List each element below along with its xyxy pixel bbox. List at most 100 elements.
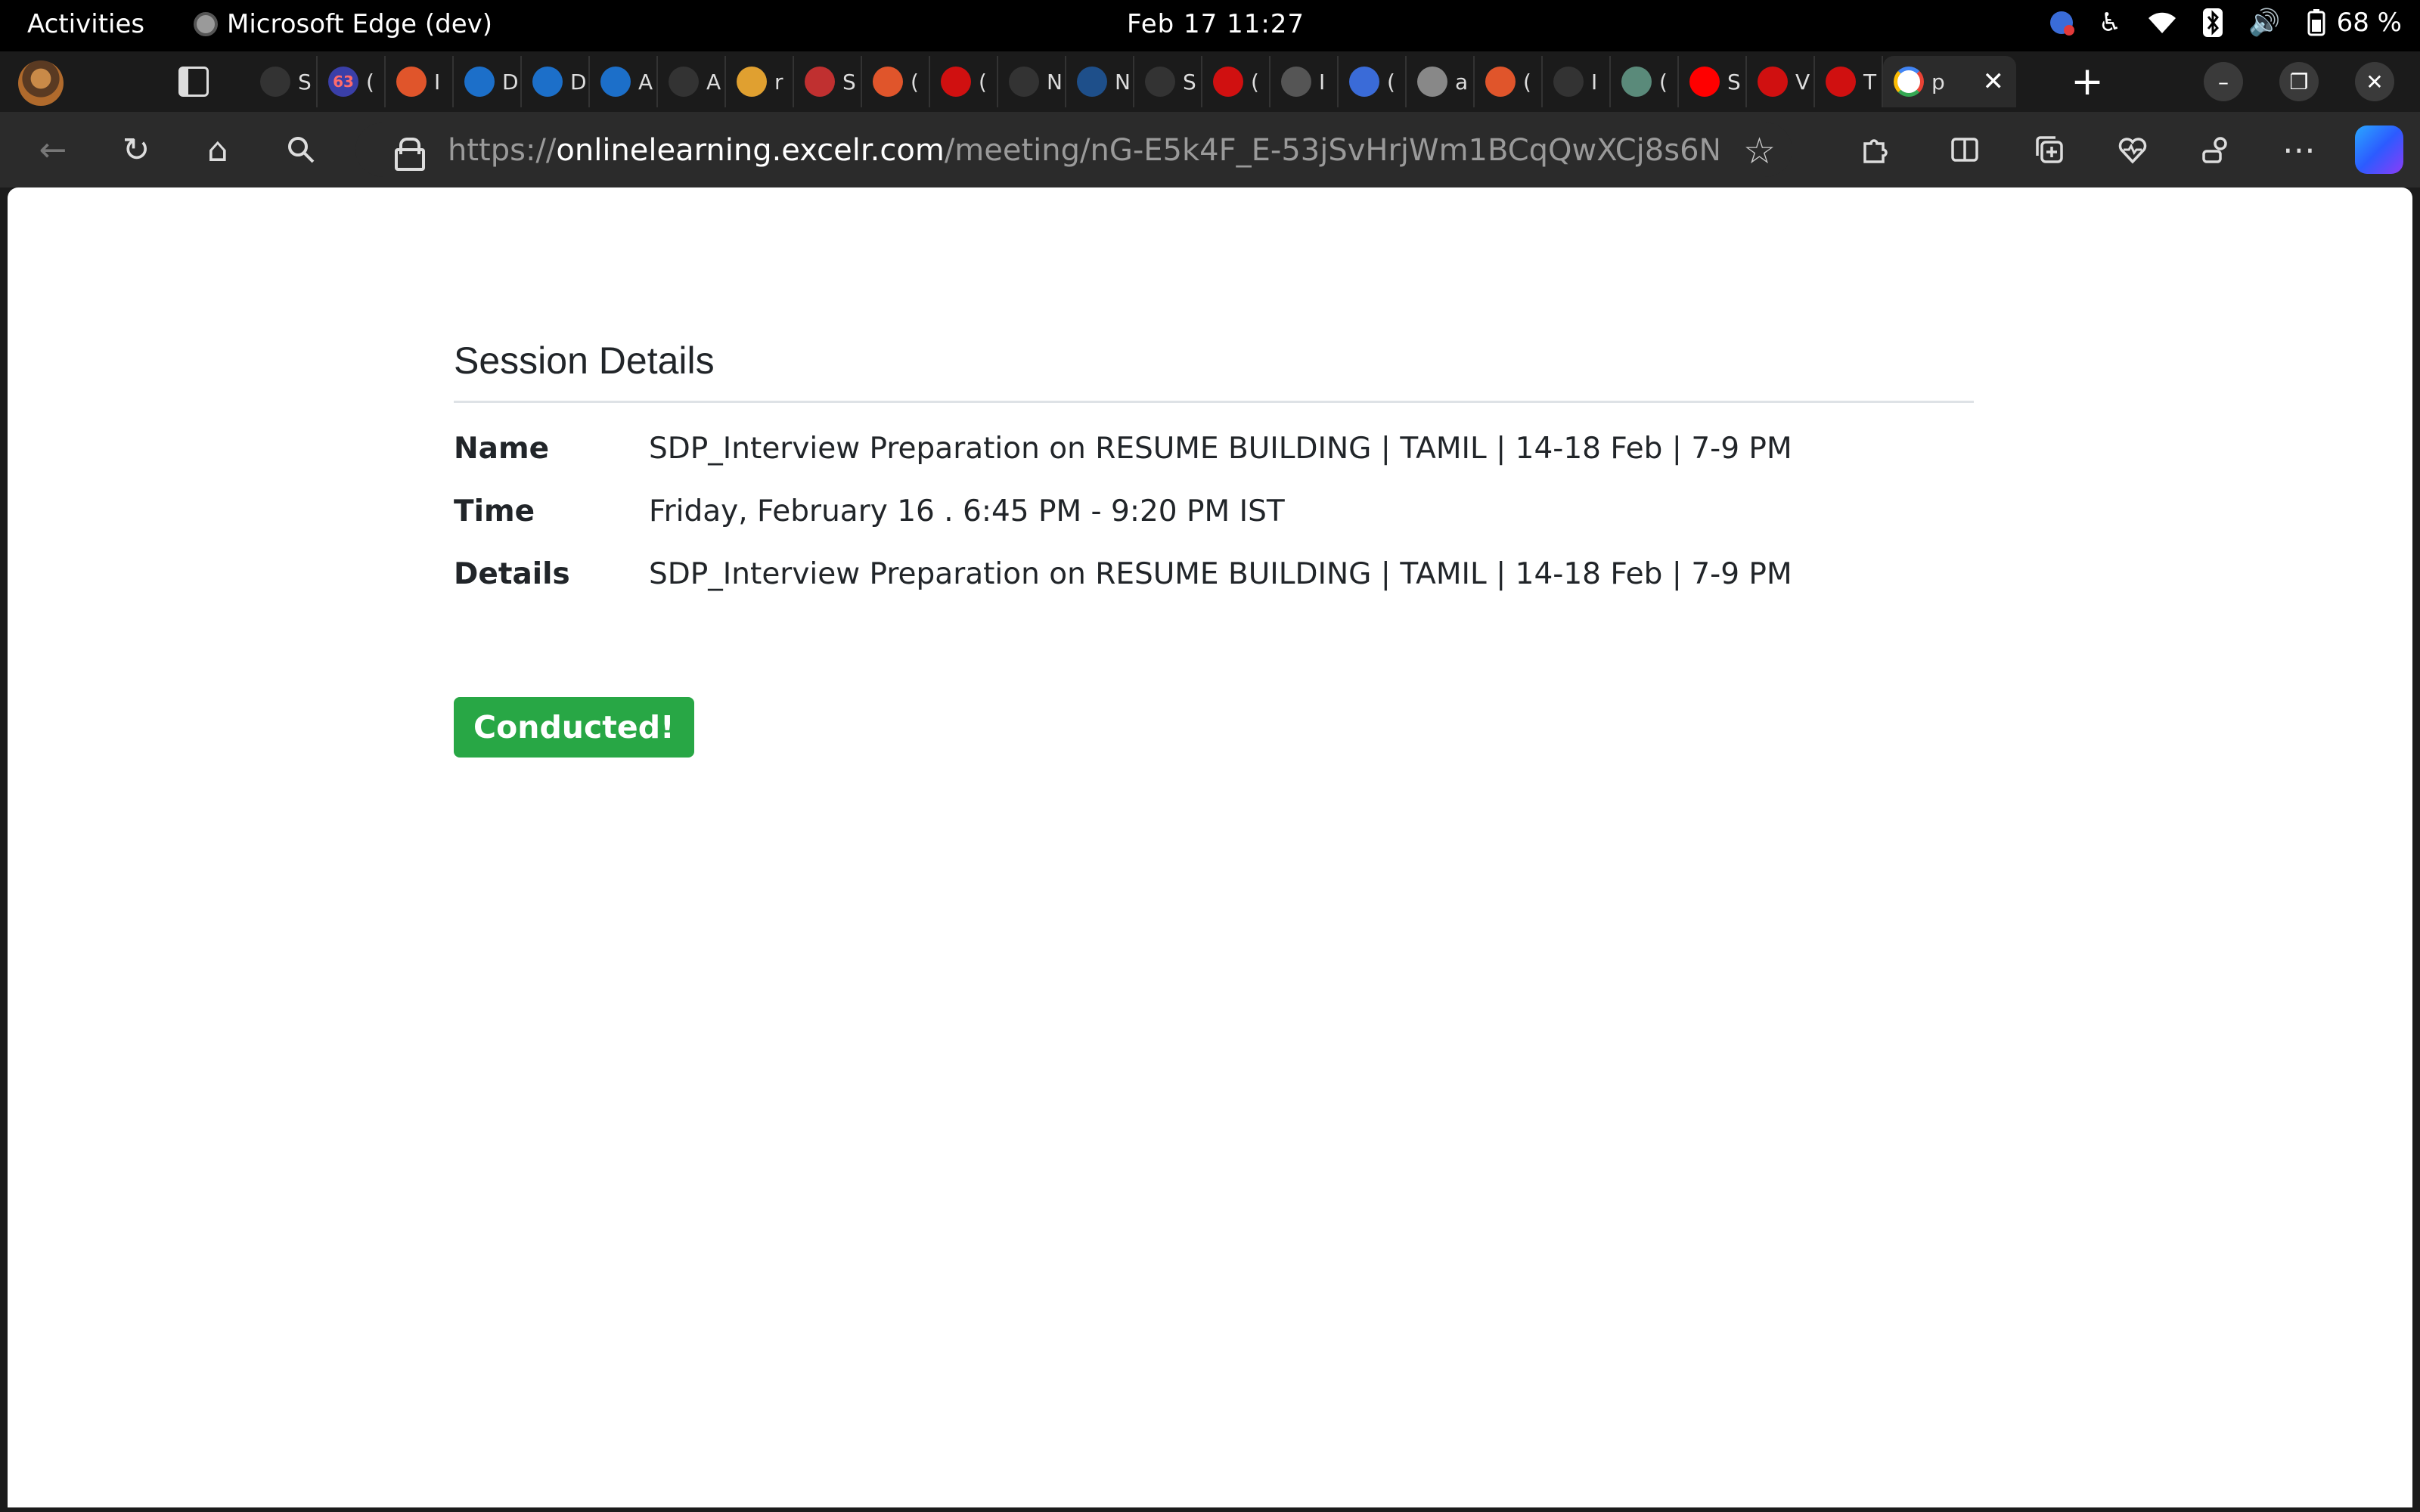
extensions-icon[interactable] [1854,130,1894,169]
tab-favicon-icon [600,67,631,97]
copilot-icon[interactable] [2355,125,2403,174]
tab-title: N [1047,69,1063,94]
tab-title: S [1727,69,1741,94]
collections-icon[interactable] [2030,130,2069,169]
tab-title: ( [979,69,987,94]
refresh-icon[interactable]: ↻ [116,130,156,169]
home-icon[interactable]: ⌂ [198,130,237,169]
browser-tab[interactable]: ( [1611,56,1679,107]
browser-tab[interactable]: a [1407,56,1475,107]
browser-tab[interactable]: N [1066,56,1134,107]
web-page: Session Details Name SDP_Interview Prepa… [8,187,2412,1507]
restore-button[interactable]: ❐ [2279,62,2319,101]
tab-favicon-icon [737,67,767,97]
tab-title: r [774,69,783,94]
bluetooth-icon[interactable] [2203,8,2223,37]
address-bar[interactable]: https://onlinelearning.excelr.com/meetin… [355,122,1792,177]
more-menu-icon[interactable]: ⋯ [2279,130,2319,169]
tab-favicon-icon [1894,67,1924,97]
tab-active[interactable]: p ✕ [1883,56,2016,107]
profile-avatar[interactable] [18,60,64,106]
lock-icon[interactable] [395,138,425,171]
tab-title: ( [911,69,919,94]
tab-favicon-icon [396,67,427,97]
browser-tab[interactable]: A [590,56,658,107]
notification-app-icon[interactable] [2049,11,2074,36]
close-tab-icon[interactable]: ✕ [1983,67,2005,97]
tab-favicon-icon [941,67,971,97]
tab-favicon-icon [1145,67,1175,97]
browser-tab[interactable]: S [794,56,862,107]
battery-indicator[interactable]: 68 % [2307,8,2402,38]
browser-tab[interactable]: V [1747,56,1815,107]
new-tab-button[interactable]: + [2065,59,2110,104]
activities-button[interactable]: Activities [27,9,144,39]
clock[interactable]: Feb 17 11:27 [1127,9,1305,39]
browser-tab[interactable]: ( [1339,56,1407,107]
back-icon[interactable]: ← [33,130,73,169]
url-text[interactable]: https://onlinelearning.excelr.com/meetin… [448,133,1718,168]
tab-title: S [298,69,312,94]
volume-icon[interactable]: 🔊 [2248,8,2280,38]
tab-favicon-icon [464,67,495,97]
system-tray[interactable]: ♿ 🔊 68 % [2049,8,2402,38]
close-window-button[interactable]: ✕ [2355,62,2394,101]
tab-list: S 63(I D D A Ar S((N N S(I(a(I(S V Tp ✕ [250,56,2016,107]
detail-row-name: Name SDP_Interview Preparation on RESUME… [454,432,1974,466]
tab-title: ( [1523,69,1531,94]
browser-tab[interactable]: S [1134,56,1202,107]
session-details-card: Session Details Name SDP_Interview Prepa… [454,339,1974,758]
status-badge: Conducted! [454,697,694,758]
split-screen-icon[interactable] [1945,130,1984,169]
tab-favicon-icon [1826,67,1856,97]
browser-tab[interactable]: 63 ( [318,56,386,107]
tab-title: D [570,69,587,94]
tab-title: I [1319,69,1326,94]
browser-tab-strip: S 63(I D D A Ar S((N N S(I(a(I(S V Tp ✕ + – ❐ ✕ [0,51,2420,112]
tab-title: ( [1659,69,1668,94]
tab-favicon-icon [1213,67,1243,97]
favorite-star-icon[interactable]: ☆ [1743,130,1776,172]
browser-tab[interactable]: N [998,56,1066,107]
browser-tab[interactable]: I [1270,56,1339,107]
minimize-button[interactable]: – [2204,62,2243,101]
detail-label: Time [454,494,535,528]
browser-tab[interactable]: I [386,56,454,107]
edge-dev-icon [194,12,218,36]
browser-tab[interactable]: ( [862,56,930,107]
tab-favicon-icon [1553,67,1584,97]
battery-percent: 68 % [2336,8,2402,38]
tab-title: ( [1251,69,1259,94]
app-menu[interactable]: Microsoft Edge (dev) [194,9,492,39]
browser-essentials-icon[interactable] [2113,130,2152,169]
tab-favicon-icon [1485,67,1516,97]
tab-favicon-icon: 63 [328,67,358,97]
tab-favicon-icon [873,67,903,97]
tab-actions-menu-icon[interactable] [178,67,209,97]
wifi-icon[interactable] [2147,11,2177,35]
browser-tab[interactable]: I [1543,56,1611,107]
tab-title: ( [1387,69,1395,94]
detail-value: SDP_Interview Preparation on RESUME BUIL… [649,557,1792,591]
browser-tab[interactable]: T [1815,56,1883,107]
tab-favicon-icon [1417,67,1447,97]
browser-tab[interactable]: S [250,56,318,107]
browser-tab[interactable]: ( [1475,56,1543,107]
tab-favicon-icon [1281,67,1311,97]
workspaces-icon[interactable] [2196,130,2235,169]
accessibility-icon[interactable]: ♿ [2099,8,2121,38]
tab-favicon-icon [260,67,290,97]
search-icon[interactable] [281,130,321,169]
tab-favicon-icon [1758,67,1788,97]
tab-favicon-icon [669,67,699,97]
browser-tab[interactable]: ( [930,56,998,107]
detail-value: Friday, February 16 . 6:45 PM - 9:20 PM … [649,494,1285,528]
detail-label: Name [454,432,550,466]
browser-tab[interactable]: A [658,56,726,107]
browser-tab[interactable]: ( [1202,56,1270,107]
browser-tab[interactable]: r [726,56,794,107]
browser-tab[interactable]: S [1679,56,1747,107]
browser-tab[interactable]: D [454,56,522,107]
system-top-bar: Activities Microsoft Edge (dev) Feb 17 1… [0,0,2420,51]
browser-tab[interactable]: D [522,56,590,107]
